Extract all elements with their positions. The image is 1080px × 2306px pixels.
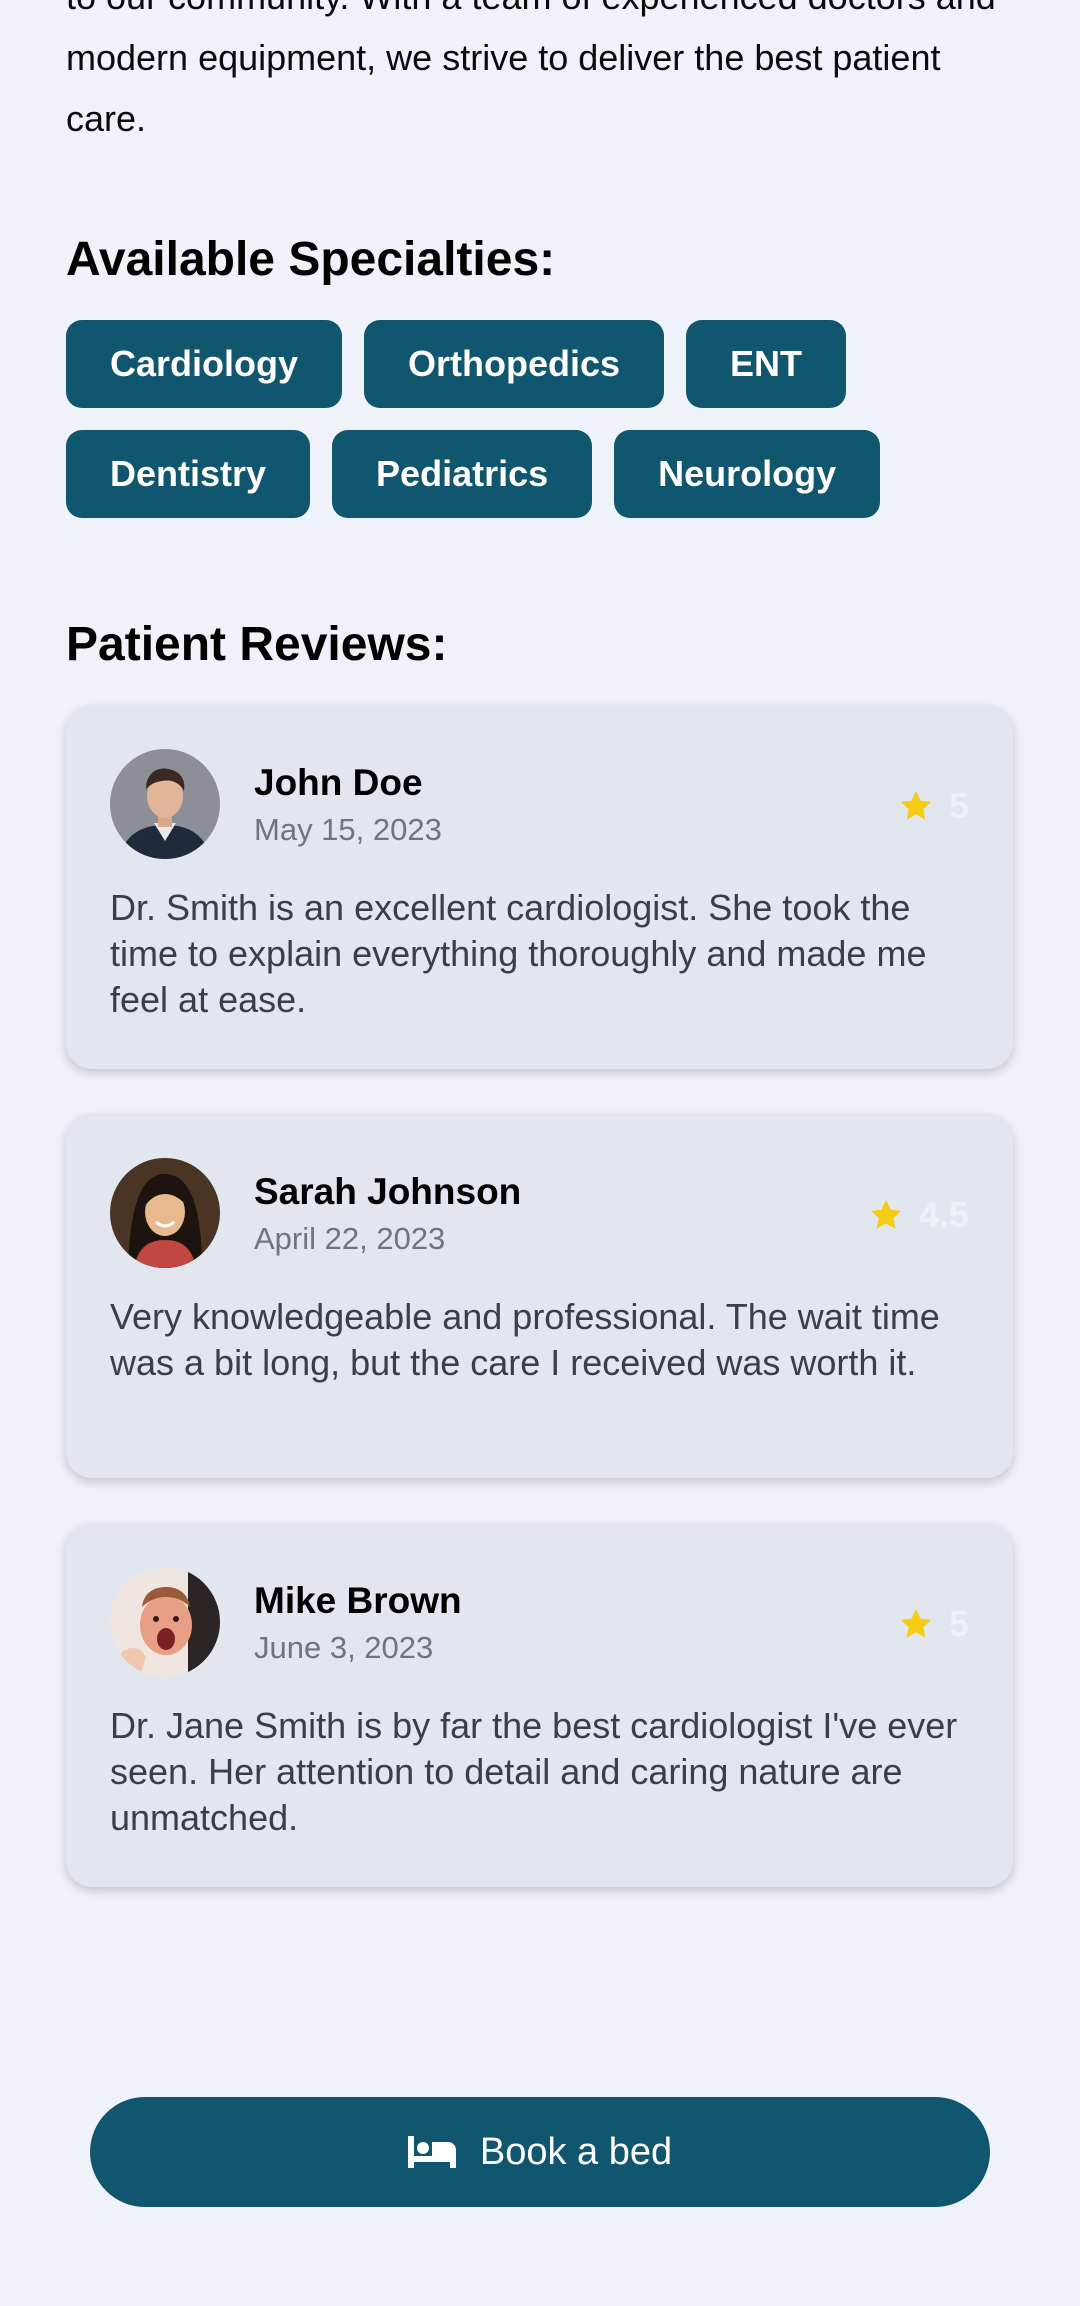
review-card: Mike Brown June 3, 2023 5 Dr. Jane Smith… [66,1523,1013,1887]
specialty-chip-ent[interactable]: ENT [686,320,847,408]
reviews-heading: Patient Reviews: [66,618,448,671]
book-bed-label: Book a bed [479,2130,673,2173]
specialties-heading: Available Specialties: [66,233,556,286]
specialties-row: Cardiology Orthopedics ENT [66,320,1016,408]
rating-value: 5 [948,785,969,826]
review-text: Dr. Smith is an excellent cardiologist. … [110,887,927,1020]
review-rating: 5 [897,785,969,827]
rating-value: 5 [948,1603,969,1644]
hospital-description: to our community. With a team of experie… [66,0,996,139]
star-icon [900,1608,932,1638]
star-icon [900,790,932,820]
review-date: April 22, 2023 [254,1221,446,1256]
reviewer-name: Sarah Johnson [254,1171,522,1212]
review-text: Very knowledgeable and professional. The… [110,1296,940,1383]
review-card: Sarah Johnson April 22, 2023 4.5 Very kn… [66,1114,1013,1478]
review-date: June 3, 2023 [254,1630,434,1665]
review-card: John Doe May 15, 2023 5 Dr. Smith is an … [66,705,1013,1069]
avatar [110,1158,220,1268]
bed-icon [407,2136,456,2168]
avatar [110,749,220,859]
specialties-list: Cardiology Orthopedics ENT Dentistry Ped… [66,320,1016,540]
rating-value: 4.5 [918,1194,969,1235]
avatar [110,1567,220,1677]
specialties-row: Dentistry Pediatrics Neurology [66,430,1016,518]
specialty-chip-cardiology[interactable]: Cardiology [66,320,343,408]
specialty-chip-pediatrics[interactable]: Pediatrics [332,430,593,518]
reviewer-name: Mike Brown [254,1580,462,1621]
specialty-chip-neurology[interactable]: Neurology [614,430,881,518]
book-bed-button[interactable]: Book a bed [90,2097,990,2207]
specialty-chip-orthopedics[interactable]: Orthopedics [364,320,665,408]
reviewer-name: John Doe [254,762,423,803]
review-rating: 5 [897,1603,969,1645]
specialty-chip-dentistry[interactable]: Dentistry [66,430,311,518]
review-text: Dr. Jane Smith is by far the best cardio… [110,1705,958,1838]
star-icon [870,1199,901,1229]
review-date: May 15, 2023 [254,812,442,847]
review-rating: 4.5 [867,1194,969,1236]
